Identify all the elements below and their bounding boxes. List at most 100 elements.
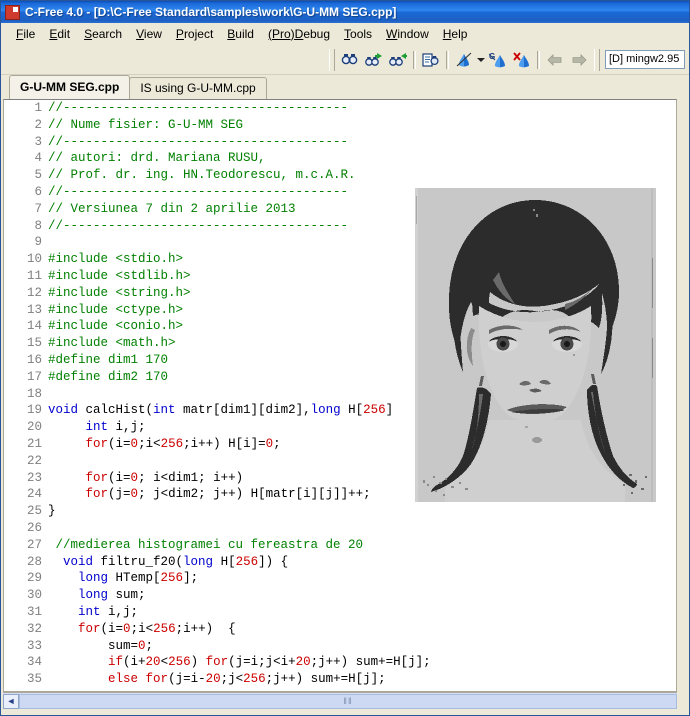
code-token: ;i< (138, 436, 161, 451)
code-token: #define dim2 170 (48, 369, 169, 384)
menu-window[interactable]: Window (379, 25, 436, 43)
find-next-icon[interactable] (362, 48, 386, 72)
code-line[interactable]: 3 //-------------------------------------… (4, 134, 676, 151)
code-line-text: int i,j; (48, 604, 138, 621)
menu-edit[interactable]: Edit (42, 25, 77, 43)
editor-horizontal-scrollbar[interactable]: ◄ ‖‖ (3, 692, 677, 709)
find-icon[interactable] (338, 48, 362, 72)
line-number: 30 (26, 588, 42, 603)
code-token: if (108, 655, 124, 670)
code-line[interactable]: 34 if(i+20<256) for(j=i;j<i+20;j++) sum+… (4, 654, 676, 671)
toolbar-grip-2[interactable] (594, 48, 600, 71)
code-line[interactable]: 29 long HTemp[256]; (4, 570, 676, 587)
code-token: (i= (108, 436, 131, 451)
code-token: (j= (108, 487, 131, 502)
line-number: 22 (26, 453, 42, 468)
code-line-text: // autori: drd. Mariana RUSU, (48, 150, 266, 167)
code-line[interactable]: 4 // autori: drd. Mariana RUSU, (4, 150, 676, 167)
line-number: 32 (26, 621, 42, 636)
replace-icon[interactable] (419, 48, 443, 72)
code-line[interactable]: 27 //medierea histogramei cu fereastra d… (4, 537, 676, 554)
tab-is-using-g-u-mm-cpp[interactable]: IS using G-U-MM.cpp (129, 77, 267, 99)
code-line-text: #include <stdio.h> (48, 251, 183, 268)
code-token: 256 (153, 621, 176, 636)
toolbar-grip[interactable] (329, 48, 335, 71)
code-line-text: #define dim1 170 (48, 352, 168, 369)
menu-debug[interactable]: (Pro)Debug (261, 25, 337, 43)
code-line-text: #include <ctype.h> (48, 302, 183, 319)
menu-help[interactable]: Help (436, 25, 475, 43)
line-number: 9 (34, 235, 42, 250)
code-token: long (183, 554, 214, 569)
line-number: 8 (34, 218, 42, 233)
menu-project-label: roject (183, 26, 214, 41)
code-token: int (85, 420, 109, 435)
line-number: 18 (26, 386, 42, 401)
code-token: sum; (108, 588, 146, 603)
scrollbar-thumb[interactable]: ‖‖ (19, 693, 677, 709)
menu-view[interactable]: View (129, 25, 169, 43)
navigate-back-icon[interactable] (543, 48, 567, 72)
build-run-icon[interactable]: G (486, 48, 510, 72)
code-line[interactable]: 28 void filtru_f20(long H[256]) { (4, 554, 676, 571)
toolbar-separator-1 (413, 50, 416, 69)
stop-icon[interactable] (510, 48, 534, 72)
c-free-app-icon (5, 4, 20, 20)
line-number: 16 (26, 352, 42, 367)
toolbar-separator-3 (537, 50, 540, 69)
code-token: ;i< (130, 621, 154, 636)
code-token: #include <stdio.h> (48, 252, 184, 267)
menu-tools[interactable]: Tools (337, 25, 379, 43)
code-line[interactable]: 25} (4, 503, 676, 520)
menu-search-accelerator: S (84, 26, 93, 41)
tab-g-u-mm-seg-cpp[interactable]: G-U-MM SEG.cpp (9, 75, 131, 99)
menu-search[interactable]: Search (77, 25, 129, 43)
code-token: long (78, 571, 109, 586)
code-line-text: #include <string.h> (48, 285, 191, 302)
main-toolbar: G [D] mingw2.95 (1, 45, 689, 75)
compiler-selector[interactable]: [D] mingw2.95 (605, 50, 685, 69)
line-number: 35 (26, 672, 42, 687)
code-line[interactable]: 30 long sum; (4, 587, 676, 604)
code-line[interactable]: 32 for(i=0;i<256;i++) { (4, 621, 676, 638)
line-number: 7 (34, 201, 42, 216)
menu-project[interactable]: Project (169, 25, 220, 43)
line-number: 28 (26, 554, 42, 569)
line-number: 21 (26, 436, 42, 451)
code-token: ]) { (258, 554, 289, 569)
code-line-text: #define dim2 170 (48, 369, 168, 386)
code-token: int (153, 403, 176, 418)
navigate-forward-icon[interactable] (567, 48, 591, 72)
code-token: ;j++) sum+=H[j]; (310, 655, 431, 670)
menu-build[interactable]: Build (220, 25, 261, 43)
line-number: 33 (26, 638, 42, 653)
code-line[interactable]: 33 sum=0; (4, 638, 676, 655)
code-token: (i+ (123, 655, 146, 670)
line-number: 4 (34, 151, 42, 166)
code-token: int (78, 604, 101, 619)
window-title: C-Free 4.0 - [D:\C-Free Standard\samples… (25, 5, 397, 19)
code-line[interactable]: 2 // Nume fisier: G-U-MM SEG (4, 117, 676, 134)
code-token: void (48, 403, 79, 418)
find-previous-icon[interactable] (386, 48, 410, 72)
run-icon[interactable] (452, 48, 476, 72)
code-line-text: #include <stdlib.h> (48, 268, 191, 285)
scrollbar-track[interactable]: ‖‖ (19, 693, 677, 709)
run-dropdown-icon[interactable] (476, 48, 486, 72)
code-token: ;j++) sum+=H[j]; (265, 672, 386, 687)
code-line[interactable]: 5 // Prof. dr. ing. HN.Teodorescu, m.c.A.… (4, 167, 676, 184)
c-free-ide-window: C-Free 4.0 - [D:\C-Free Standard\samples… (0, 0, 690, 716)
code-line[interactable]: 31 int i,j; (4, 604, 676, 621)
menu-debug-label: ebug (303, 26, 331, 41)
code-token: HTemp[ (108, 571, 161, 586)
code-line[interactable]: 26 (4, 520, 676, 537)
code-line[interactable]: 1 //-------------------------------------… (4, 100, 676, 117)
menu-file[interactable]: File (9, 25, 42, 43)
code-token: H[ (340, 403, 364, 418)
code-token: 20 (205, 672, 221, 687)
scroll-left-arrow-icon[interactable]: ◄ (3, 693, 19, 709)
code-line-text: // Versiunea 7 din 2 aprilie 2013 (48, 201, 296, 218)
code-token: #include <ctype.h> (48, 302, 184, 317)
code-line[interactable]: 35 else for(j=i-20;j<256;j++) sum+=H[j]; (4, 671, 676, 688)
